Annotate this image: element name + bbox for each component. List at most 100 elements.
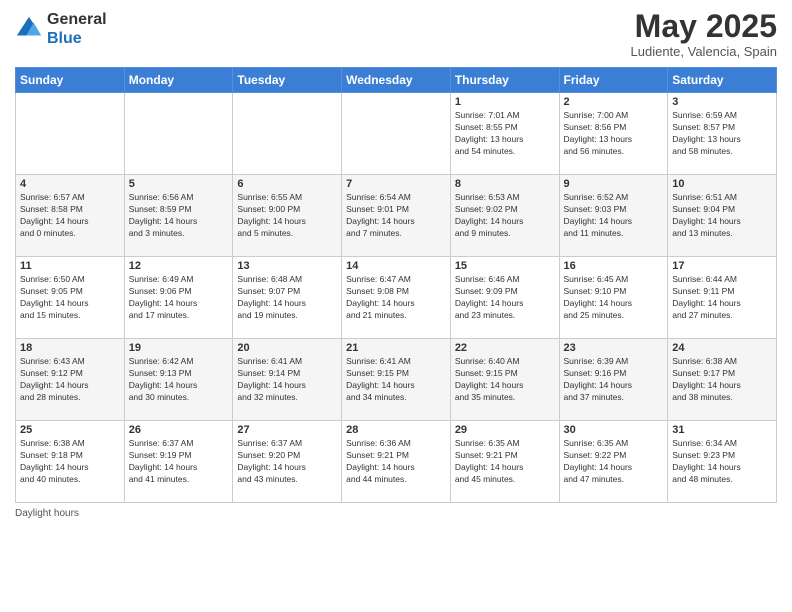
calendar-header-saturday: Saturday: [668, 68, 777, 93]
logo-general: General: [47, 11, 107, 28]
footer: Daylight hours: [15, 508, 777, 519]
daylight-label: Daylight hours: [15, 508, 79, 519]
calendar-header-thursday: Thursday: [450, 68, 559, 93]
page: General Blue May 2025 Ludiente, Valencia…: [0, 0, 792, 612]
day-number: 29: [455, 424, 555, 436]
calendar-week-3: 18Sunrise: 6:43 AMSunset: 9:12 PMDayligh…: [16, 339, 777, 421]
day-number: 16: [564, 260, 664, 272]
day-info: Sunrise: 6:34 AMSunset: 9:23 PMDaylight:…: [672, 438, 772, 486]
day-number: 17: [672, 260, 772, 272]
calendar-cell: 31 Sunrise: 6:34 AMSunset: 9:23 PMDayligh…: [668, 421, 777, 503]
day-number: 12: [129, 260, 229, 272]
day-info: Sunrise: 7:00 AMSunset: 8:56 PMDaylight:…: [564, 110, 664, 158]
calendar-cell: 27Sunrise: 6:37 AMSunset: 9:20 PMDayligh…: [233, 421, 342, 503]
logo-icon: [15, 15, 43, 43]
calendar-cell: 28 Sunrise: 6:36 AMSunset: 9:21 PMDayligh…: [342, 421, 451, 503]
calendar-cell: 8Sunrise: 6:53 AMSunset: 9:02 PMDaylight…: [450, 175, 559, 257]
day-info: Sunrise: 7:01 AMSunset: 8:55 PMDaylight:…: [455, 110, 555, 158]
calendar-header-sunday: Sunday: [16, 68, 125, 93]
day-number: 9: [564, 178, 664, 190]
calendar-cell: 13 Sunrise: 6:48 AMSunset: 9:07 PMDayligh…: [233, 257, 342, 339]
day-number: 28: [346, 424, 446, 436]
day-number: 20: [237, 342, 337, 354]
calendar-header-monday: Monday: [124, 68, 233, 93]
day-number: 6: [237, 178, 337, 190]
calendar-cell: 14 Sunrise: 6:47 AMSunset: 9:08 PMDayligh…: [342, 257, 451, 339]
day-number: 26: [129, 424, 229, 436]
day-number: 19: [129, 342, 229, 354]
day-number: 8: [455, 178, 555, 190]
day-info: Sunrise: 6:54 AMSunset: 9:01 PMDaylight:…: [346, 192, 446, 240]
day-info: Sunrise: 6:40 AMSunset: 9:15 PMDaylight:…: [455, 356, 555, 404]
day-number: 30: [564, 424, 664, 436]
day-info: Sunrise: 6:36 AMSunset: 9:21 PMDaylight:…: [346, 438, 446, 486]
calendar-cell: 17 Sunrise: 6:44 AMSunset: 9:11 PMDayligh…: [668, 257, 777, 339]
calendar-cell: 25Sunrise: 6:38 AMSunset: 9:18 PMDayligh…: [16, 421, 125, 503]
calendar-week-0: 1 Sunrise: 7:01 AMSunset: 8:55 PMDaylight…: [16, 93, 777, 175]
calendar-cell: 9 Sunrise: 6:52 AMSunset: 9:03 PMDaylight…: [559, 175, 668, 257]
calendar-cell: 30 Sunrise: 6:35 AMSunset: 9:22 PMDayligh…: [559, 421, 668, 503]
logo-blue: Blue: [47, 30, 82, 47]
day-number: 24: [672, 342, 772, 354]
day-number: 25: [20, 424, 120, 436]
day-info: Sunrise: 6:51 AMSunset: 9:04 PMDaylight:…: [672, 192, 772, 240]
calendar-cell: 23Sunrise: 6:39 AMSunset: 9:16 PMDayligh…: [559, 339, 668, 421]
day-number: 10: [672, 178, 772, 190]
calendar-cell: 22 Sunrise: 6:40 AMSunset: 9:15 PMDayligh…: [450, 339, 559, 421]
day-number: 13: [237, 260, 337, 272]
day-info: Sunrise: 6:41 AMSunset: 9:15 PMDaylight:…: [346, 356, 446, 404]
calendar-cell: 16 Sunrise: 6:45 AMSunset: 9:10 PMDayligh…: [559, 257, 668, 339]
day-info: Sunrise: 6:35 AMSunset: 9:21 PMDaylight:…: [455, 438, 555, 486]
day-info: Sunrise: 6:52 AMSunset: 9:03 PMDaylight:…: [564, 192, 664, 240]
calendar-header-row: SundayMondayTuesdayWednesdayThursdayFrid…: [16, 68, 777, 93]
calendar-cell: 20Sunrise: 6:41 AMSunset: 9:14 PMDayligh…: [233, 339, 342, 421]
calendar-cell: [124, 93, 233, 175]
logo-text: General Blue: [47, 10, 107, 48]
calendar-week-1: 4 Sunrise: 6:57 AMSunset: 8:58 PMDaylight…: [16, 175, 777, 257]
day-number: 1: [455, 96, 555, 108]
day-number: 27: [237, 424, 337, 436]
calendar-cell: 18Sunrise: 6:43 AMSunset: 9:12 PMDayligh…: [16, 339, 125, 421]
day-number: 14: [346, 260, 446, 272]
day-info: Sunrise: 6:38 AMSunset: 9:17 PMDaylight:…: [672, 356, 772, 404]
day-info: Sunrise: 6:49 AMSunset: 9:06 PMDaylight:…: [129, 274, 229, 322]
day-info: Sunrise: 6:44 AMSunset: 9:11 PMDaylight:…: [672, 274, 772, 322]
day-info: Sunrise: 6:45 AMSunset: 9:10 PMDaylight:…: [564, 274, 664, 322]
day-info: Sunrise: 6:35 AMSunset: 9:22 PMDaylight:…: [564, 438, 664, 486]
calendar-cell: 10 Sunrise: 6:51 AMSunset: 9:04 PMDayligh…: [668, 175, 777, 257]
day-info: Sunrise: 6:55 AMSunset: 9:00 PMDaylight:…: [237, 192, 337, 240]
location: Ludiente, Valencia, Spain: [631, 44, 777, 59]
calendar-cell: [16, 93, 125, 175]
calendar-cell: 11Sunrise: 6:50 AMSunset: 9:05 PMDayligh…: [16, 257, 125, 339]
day-number: 5: [129, 178, 229, 190]
calendar-cell: [342, 93, 451, 175]
header: General Blue May 2025 Ludiente, Valencia…: [15, 10, 777, 59]
day-number: 22: [455, 342, 555, 354]
day-info: Sunrise: 6:57 AMSunset: 8:58 PMDaylight:…: [20, 192, 120, 240]
calendar-cell: 24 Sunrise: 6:38 AMSunset: 9:17 PMDayligh…: [668, 339, 777, 421]
calendar-header-tuesday: Tuesday: [233, 68, 342, 93]
day-number: 3: [672, 96, 772, 108]
day-number: 11: [20, 260, 120, 272]
calendar-cell: 6 Sunrise: 6:55 AMSunset: 9:00 PMDaylight…: [233, 175, 342, 257]
calendar-cell: 3 Sunrise: 6:59 AMSunset: 8:57 PMDaylight…: [668, 93, 777, 175]
day-info: Sunrise: 6:56 AMSunset: 8:59 PMDaylight:…: [129, 192, 229, 240]
calendar-cell: 21 Sunrise: 6:41 AMSunset: 9:15 PMDayligh…: [342, 339, 451, 421]
calendar-week-2: 11Sunrise: 6:50 AMSunset: 9:05 PMDayligh…: [16, 257, 777, 339]
calendar-cell: 12 Sunrise: 6:49 AMSunset: 9:06 PMDayligh…: [124, 257, 233, 339]
day-number: 4: [20, 178, 120, 190]
day-info: Sunrise: 6:48 AMSunset: 9:07 PMDaylight:…: [237, 274, 337, 322]
day-number: 15: [455, 260, 555, 272]
day-info: Sunrise: 6:59 AMSunset: 8:57 PMDaylight:…: [672, 110, 772, 158]
day-number: 31: [672, 424, 772, 436]
calendar-header-friday: Friday: [559, 68, 668, 93]
day-info: Sunrise: 6:47 AMSunset: 9:08 PMDaylight:…: [346, 274, 446, 322]
calendar-week-4: 25Sunrise: 6:38 AMSunset: 9:18 PMDayligh…: [16, 421, 777, 503]
calendar-cell: 7 Sunrise: 6:54 AMSunset: 9:01 PMDaylight…: [342, 175, 451, 257]
day-number: 21: [346, 342, 446, 354]
day-info: Sunrise: 6:46 AMSunset: 9:09 PMDaylight:…: [455, 274, 555, 322]
calendar-cell: 29 Sunrise: 6:35 AMSunset: 9:21 PMDayligh…: [450, 421, 559, 503]
day-info: Sunrise: 6:43 AMSunset: 9:12 PMDaylight:…: [20, 356, 120, 404]
calendar-cell: 15 Sunrise: 6:46 AMSunset: 9:09 PMDayligh…: [450, 257, 559, 339]
day-number: 7: [346, 178, 446, 190]
